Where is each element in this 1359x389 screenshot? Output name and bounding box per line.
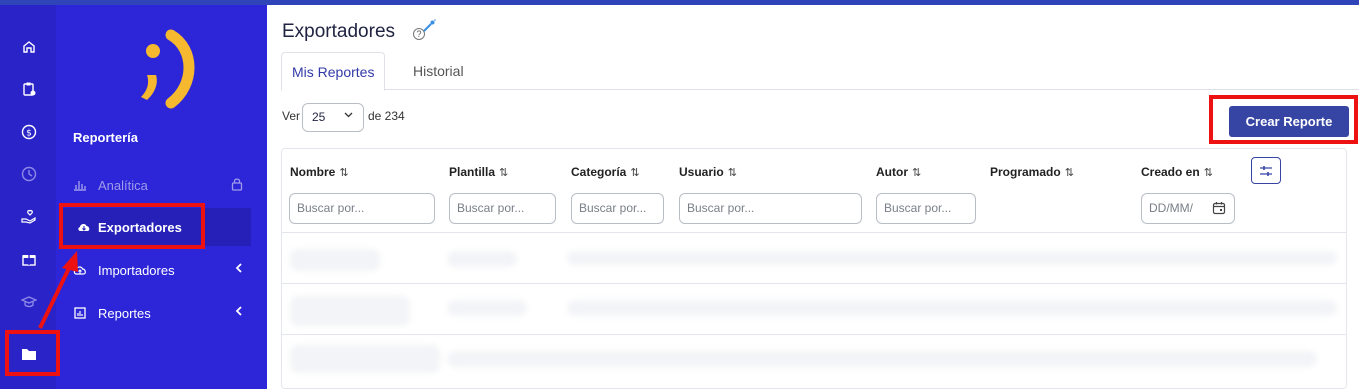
column-header-programado[interactable]: Programado ⇅ [990, 165, 1074, 179]
filter-usuario-input[interactable]: Buscar por... [679, 193, 862, 224]
filter-categoria-input[interactable]: Buscar por... [571, 193, 664, 224]
annotation-highlight-create-button [1209, 95, 1358, 144]
sort-icon[interactable]: ⇅ [728, 167, 737, 179]
sliders-icon [1260, 165, 1272, 176]
column-header-nombre[interactable]: Nombre ⇅ [290, 165, 349, 179]
reports-table: Nombre ⇅ Plantilla ⇅ Categoría ⇅ Usuario ⇅ A… [281, 148, 1347, 389]
sort-icon[interactable]: ⇅ [630, 167, 639, 179]
tab-historial[interactable]: Historial [403, 52, 474, 90]
page-size-select[interactable]: 25 [302, 103, 364, 132]
sort-icon[interactable]: ⇅ [339, 167, 348, 179]
sort-icon[interactable]: ⇅ [912, 167, 921, 179]
table-row[interactable] [282, 334, 1346, 385]
column-header-creado-en[interactable]: Creado en ⇅ [1141, 165, 1213, 179]
column-header-usuario[interactable]: Usuario ⇅ [679, 165, 737, 179]
column-header-categoria[interactable]: Categoría ⇅ [571, 165, 640, 179]
filter-creado-en-input[interactable]: DD/MM/ [1141, 193, 1235, 224]
column-header-plantilla[interactable]: Plantilla ⇅ [449, 165, 508, 179]
column-settings-button[interactable] [1251, 157, 1281, 184]
filter-plantilla-input[interactable]: Buscar por... [449, 193, 556, 224]
chevron-down-icon [344, 110, 353, 121]
main-content: Exportadores ? Mis Reportes Historial Ve… [267, 5, 1359, 389]
calendar-icon[interactable] [1212, 201, 1226, 218]
date-placeholder: DD/MM/ [1149, 201, 1193, 215]
sort-icon[interactable]: ⇅ [1065, 167, 1074, 179]
tab-mis-reportes[interactable]: Mis Reportes [281, 52, 386, 91]
filter-nombre-input[interactable]: Buscar por... [289, 193, 435, 224]
magic-wand-icon[interactable] [422, 19, 436, 38]
tab-bar: Mis Reportes Historial [281, 52, 1359, 91]
annotation-arrow [38, 251, 78, 329]
page-size-value: 25 [312, 110, 326, 124]
total-count: de 234 [368, 109, 405, 123]
page-size-label: Ver [282, 109, 301, 123]
column-header-autor[interactable]: Autor ⇅ [876, 165, 921, 179]
lock-icon [231, 177, 243, 194]
table-row[interactable] [282, 232, 1346, 283]
filter-autor-input[interactable]: Buscar por... [876, 193, 976, 224]
chevron-left-icon [235, 305, 243, 320]
table-row[interactable] [282, 283, 1346, 334]
page-title: Exportadores [282, 21, 396, 42]
brand-logo [141, 29, 195, 109]
sort-icon[interactable]: ⇅ [499, 167, 508, 179]
sort-icon[interactable]: ⇅ [1204, 167, 1213, 179]
chevron-left-icon [235, 262, 243, 277]
